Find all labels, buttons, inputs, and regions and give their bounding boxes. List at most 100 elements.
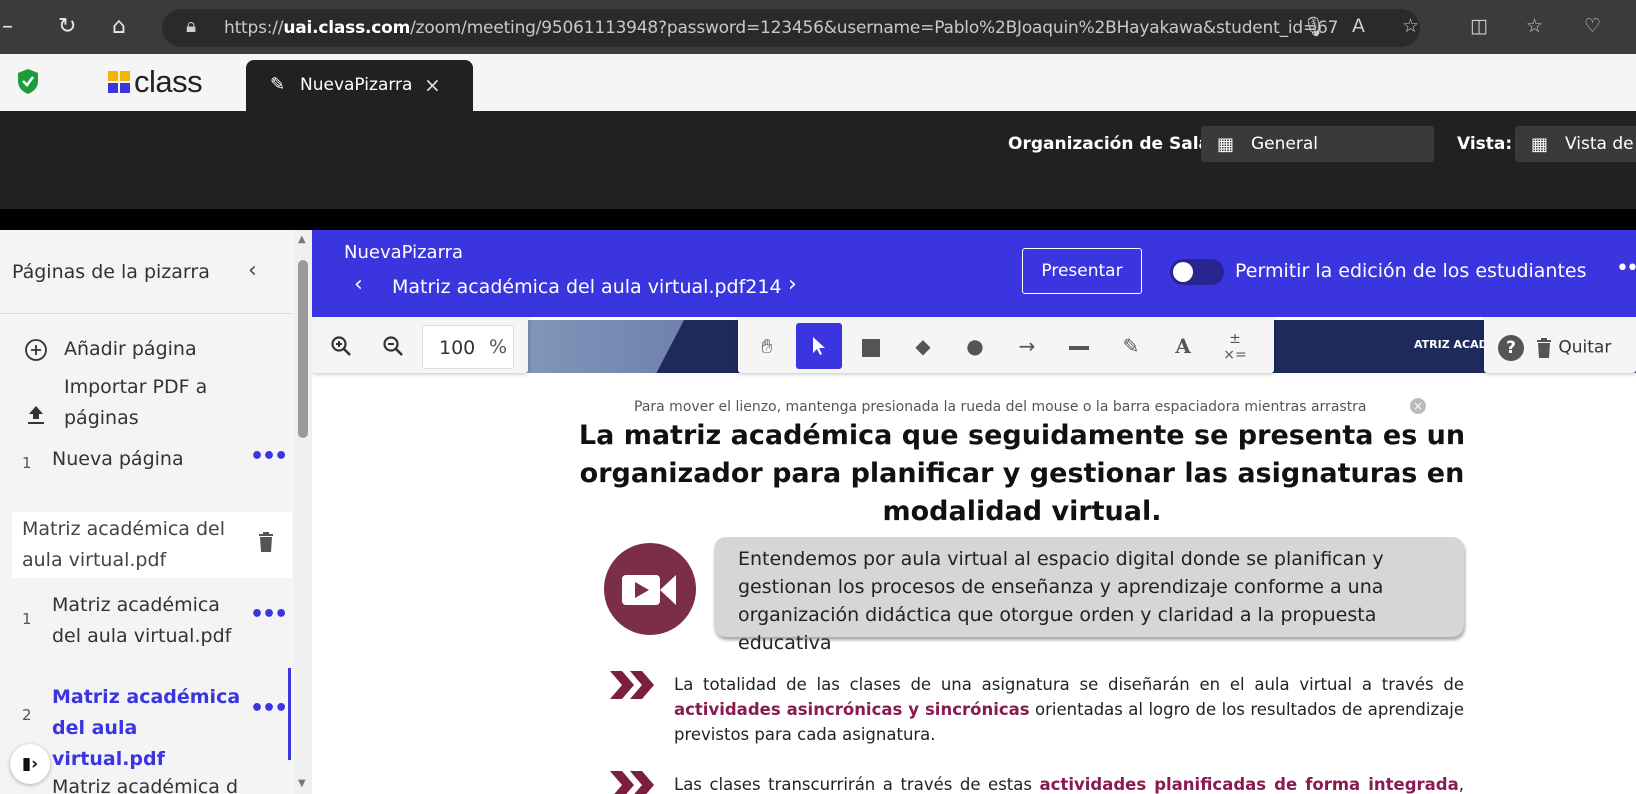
zoom-in-icon[interactable] [318, 323, 364, 369]
present-button[interactable]: Presentar [1022, 248, 1142, 294]
arrow-icon[interactable]: → [1004, 323, 1050, 369]
zoom-toolbar: 100 % [312, 317, 528, 373]
page-label: Matriz académica del aula virtual.pdf [52, 686, 241, 770]
read-aloud-icon[interactable]: A [1352, 15, 1365, 37]
trash-icon[interactable] [258, 532, 274, 552]
shield-check-icon[interactable] [16, 68, 40, 95]
browser-toolbar: – ↻ ⌂ 🔒︎ https://uai.class.com/zoom/meet… [0, 0, 1636, 54]
video-icon [604, 543, 696, 635]
refresh-icon[interactable]: ↻ [58, 14, 76, 40]
split-screen-icon[interactable]: ◫ [1470, 15, 1488, 37]
page-number: 2 [22, 706, 32, 724]
url-text[interactable]: https://uai.class.com/zoom/meeting/95061… [224, 18, 1338, 38]
rectangle-icon[interactable] [848, 323, 894, 369]
close-icon[interactable]: × [424, 73, 441, 97]
paragraph-2: Las clases transcurrirán a través de est… [674, 775, 1464, 794]
microphone-icon[interactable]: 🎙︎ [1302, 15, 1326, 38]
page-number: 1 [22, 610, 32, 628]
add-page-label: Añadir página [64, 338, 197, 360]
text-icon[interactable]: A [1160, 323, 1206, 369]
pages-sidebar: Páginas de la pizarra ‹ Añadir página Im… [0, 230, 312, 794]
health-icon[interactable]: ♡ [1584, 15, 1601, 37]
document-title: La matriz académica que seguidamente se … [578, 420, 1466, 527]
document-name: Matriz académica del aula virtual.pdf214 [392, 276, 782, 298]
paragraph-1: La totalidad de las clases de una asigna… [674, 675, 1464, 744]
favorites-list-icon[interactable]: ☆ [1526, 15, 1543, 37]
circle-icon[interactable]: ● [952, 323, 998, 369]
header-divider [0, 209, 1636, 230]
room-org-value: General [1251, 134, 1318, 154]
callout-text: Entendemos por aula virtual al espacio d… [738, 548, 1384, 654]
sidebar-scrollbar[interactable]: ▲ ▼ [294, 230, 312, 794]
double-chevron-icon [610, 671, 654, 699]
scroll-up-icon[interactable]: ▲ [298, 234, 306, 245]
more-options-icon[interactable]: ••• [250, 444, 288, 469]
tab-label: NuevaPizarra [300, 75, 413, 95]
page-number: 1 [22, 454, 32, 472]
zoom-value: 100 [439, 337, 476, 359]
room-org-label: Organización de Sala: [1008, 134, 1217, 154]
definition-callout: Entendemos por aula virtual al espacio d… [714, 537, 1464, 654]
grid-icon: ▦ [1217, 134, 1235, 155]
view-select[interactable]: ▦ Vista de [1515, 126, 1636, 162]
whiteboard-canvas[interactable]: ATRIZ ACADÉMICA PARA EL DISEÑ 100 % ✋︎ ◆… [312, 317, 1636, 794]
pdf-group: Matriz académica del aula virtual.pdf [12, 512, 292, 578]
pan-hint: Para mover el lienzo, mantenga presionad… [634, 399, 1367, 415]
zoom-unit: % [489, 336, 508, 358]
toggle-knob [1173, 262, 1193, 282]
scrollbar-thumb[interactable] [298, 260, 308, 438]
trash-icon [1537, 337, 1551, 358]
grid-icon: ▦ [1531, 134, 1549, 155]
drawing-toolbar: ✋︎ ◆ ● → ✎ A ± ×= [738, 317, 1274, 373]
hand-icon[interactable]: ✋︎ [744, 323, 790, 369]
room-header: Organización de Sala: ▦ General Vista: ▦… [0, 111, 1636, 230]
view-value: Vista de [1565, 134, 1634, 154]
pencil-icon[interactable]: ✎ [1108, 323, 1154, 369]
whiteboard-icon: ✎ [270, 74, 286, 95]
page-label: Matriz académica d [52, 776, 239, 794]
room-org-select[interactable]: ▦ General [1201, 126, 1434, 162]
view-label: Vista: [1457, 134, 1513, 154]
back-icon[interactable]: – [2, 14, 13, 40]
chevron-right-icon[interactable]: › [788, 272, 797, 297]
tab-bar: class ✎ NuevaPizarra × [0, 54, 1636, 111]
chevron-left-icon[interactable]: ‹ [354, 272, 363, 297]
active-indicator [288, 668, 291, 760]
pointer-icon[interactable] [796, 323, 842, 369]
favorite-star-icon[interactable]: ☆ [1402, 15, 1419, 37]
page-label: Matriz académica del aula virtual.pdf [52, 594, 232, 647]
tab-nuevapizarra[interactable]: ✎ NuevaPizarra × [246, 60, 473, 111]
more-options-icon[interactable]: ••• [250, 696, 288, 721]
scroll-down-icon[interactable]: ▼ [298, 778, 306, 789]
chevron-left-icon[interactable]: ‹ [248, 258, 257, 283]
double-chevron-icon [610, 771, 654, 794]
sidebar-title: Páginas de la pizarra [12, 261, 210, 283]
close-hint-icon[interactable]: × [1410, 398, 1426, 414]
logo-text: class [134, 64, 203, 99]
board-name: NuevaPizarra [344, 242, 464, 263]
quit-label: Quitar [1558, 337, 1612, 358]
zoom-out-icon[interactable] [370, 323, 416, 369]
line-icon[interactable] [1056, 323, 1102, 369]
math-icon[interactable]: ± ×= [1212, 323, 1258, 369]
zoom-input[interactable]: 100 % [422, 325, 514, 369]
quit-button[interactable]: Quitar [1536, 323, 1636, 369]
whiteboard-header: NuevaPizarra ‹ Matriz académica del aula… [312, 230, 1636, 317]
right-toolbar: ? Quitar [1484, 317, 1636, 373]
more-options-icon[interactable]: ••• [250, 602, 288, 627]
import-pdf-label: Importar PDF a páginas [64, 376, 208, 429]
page-label: Nueva página [52, 448, 184, 470]
class-logo: class [108, 64, 203, 99]
sidebar-header: Páginas de la pizarra ‹ [0, 230, 292, 314]
diamond-icon[interactable]: ◆ [900, 323, 946, 369]
student-edit-label: Permitir la edición de los estudiantes [1235, 260, 1587, 282]
plus-circle-icon [25, 339, 47, 361]
more-icon[interactable]: •• [1616, 256, 1636, 281]
student-edit-toggle[interactable] [1170, 259, 1224, 285]
upload-icon [28, 406, 44, 424]
expand-panel-button[interactable]: ▮› [10, 744, 50, 784]
help-icon[interactable]: ? [1488, 323, 1534, 369]
lock-icon[interactable]: 🔒︎ [186, 15, 196, 37]
home-icon[interactable]: ⌂ [112, 14, 126, 40]
pdf-group-label: Matriz académica del aula virtual.pdf [22, 518, 226, 571]
